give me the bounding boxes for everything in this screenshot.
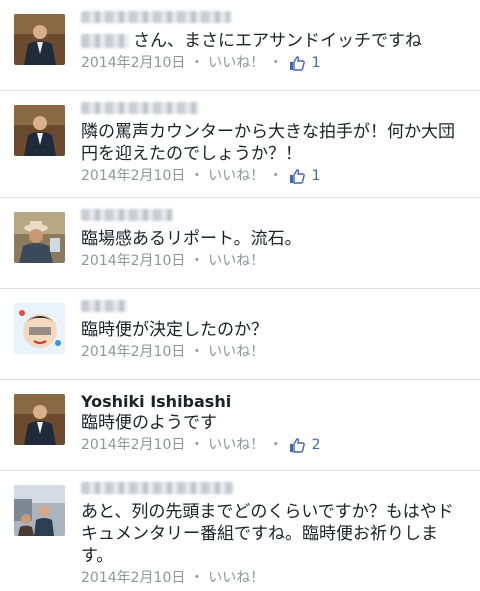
comment-text: 臨時便が決定したのか？ — [81, 320, 268, 340]
comment-text: さん、まさにエアサンドイッチですね — [81, 30, 466, 52]
avatar[interactable] — [14, 485, 65, 536]
comment-meta: 2014年2月10日 ・ いいね！ — [81, 569, 466, 587]
avatar-cartoon-icon — [14, 303, 65, 354]
meta-separator: ・ — [189, 168, 204, 184]
commenter-name[interactable] — [81, 204, 466, 224]
comment-meta: 2014年2月10日 ・ いいね！ ・ 1 — [81, 54, 466, 72]
avatar[interactable] — [14, 105, 65, 156]
meta-separator: ・ — [189, 570, 204, 586]
comment-meta: 2014年2月10日 ・ いいね！ — [81, 252, 466, 270]
comment-date: 2014年2月10日 — [81, 55, 186, 71]
meta-separator: ・ — [189, 55, 204, 71]
comment-text: 臨時便のようです — [81, 413, 217, 433]
avatar[interactable] — [14, 14, 65, 65]
blurred-name — [81, 481, 233, 494]
meta-separator: ・ — [189, 344, 204, 360]
meta-separator: ・ — [268, 55, 283, 71]
avatar-man-hat-icon — [14, 212, 65, 263]
like-count[interactable]: 1 — [312, 168, 321, 184]
thumbs-up-icon[interactable] — [289, 437, 305, 453]
comment-item: 臨場感あるリポート。流石。 2014年2月10日 ・ いいね！ — [0, 198, 480, 288]
like-count[interactable]: 1 — [312, 55, 321, 71]
avatar[interactable] — [14, 303, 65, 354]
meta-separator: ・ — [268, 437, 283, 453]
meta-separator: ・ — [189, 437, 204, 453]
comment-date: 2014年2月10日 — [81, 253, 186, 269]
comment-meta: 2014年2月10日 ・ いいね！ ・ 1 — [81, 167, 466, 185]
comment-date: 2014年2月10日 — [81, 570, 186, 586]
comment-item: あと、列の先頭までどのくらいですか？もはやドキュメンタリー番組ですね。臨時便お祈… — [0, 471, 480, 591]
commenter-name[interactable] — [81, 6, 466, 26]
like-link[interactable]: いいね！ — [208, 55, 264, 71]
comment-text: 隣の罵声カウンターから大きな拍手が！何か大団円を迎えたのでしょうか？！ — [81, 122, 455, 164]
comment-date: 2014年2月10日 — [81, 344, 186, 360]
comment-date: 2014年2月10日 — [81, 168, 186, 184]
comment-text: 臨場感あるリポート。流石。 — [81, 229, 302, 249]
avatar-man-suit-icon — [14, 105, 65, 156]
avatar-man-suit-icon — [14, 394, 65, 445]
comment-meta: 2014年2月10日 ・ いいね！ — [81, 343, 466, 361]
blurred-name — [81, 299, 127, 312]
comment-text-body: さん、まさにエアサンドイッチですね — [133, 31, 422, 51]
blurred-mention — [81, 34, 129, 48]
blurred-name — [81, 10, 231, 23]
comment-meta: 2014年2月10日 ・ いいね！ ・ 2 — [81, 436, 466, 454]
meta-separator: ・ — [189, 253, 204, 269]
commenter-name[interactable]: Yoshiki Ishibashi — [81, 392, 466, 412]
commenter-name[interactable] — [81, 97, 466, 117]
like-link[interactable]: いいね！ — [208, 253, 264, 269]
comment-item: 臨時便が決定したのか？ 2014年2月10日 ・ いいね！ — [0, 289, 480, 379]
commenter-name[interactable] — [81, 295, 466, 315]
meta-separator: ・ — [268, 168, 283, 184]
comment-item: 隣の罵声カウンターから大きな拍手が！何か大団円を迎えたのでしょうか？！ 2014… — [0, 91, 480, 197]
like-count[interactable]: 2 — [312, 437, 321, 453]
thumbs-up-icon[interactable] — [289, 168, 305, 184]
avatar-street-icon — [14, 485, 65, 536]
like-link[interactable]: いいね！ — [208, 570, 264, 586]
comment-item: さん、まさにエアサンドイッチですね 2014年2月10日 ・ いいね！ ・ 1 — [0, 0, 480, 90]
blurred-name — [81, 101, 199, 114]
comment-date: 2014年2月10日 — [81, 437, 186, 453]
like-link[interactable]: いいね！ — [208, 344, 264, 360]
like-link[interactable]: いいね！ — [208, 437, 264, 453]
like-link[interactable]: いいね！ — [208, 168, 264, 184]
avatar[interactable] — [14, 212, 65, 263]
avatar[interactable] — [14, 394, 65, 445]
comment-item: Yoshiki Ishibashi 臨時便のようです 2014年2月10日 ・ … — [0, 380, 480, 470]
avatar-man-suit-icon — [14, 14, 65, 65]
comment-text: あと、列の先頭までどのくらいですか？もはやドキュメンタリー番組ですね。臨時便お祈… — [81, 502, 454, 566]
thumbs-up-icon[interactable] — [289, 55, 305, 71]
blurred-name — [81, 208, 173, 221]
commenter-name[interactable] — [81, 477, 466, 497]
